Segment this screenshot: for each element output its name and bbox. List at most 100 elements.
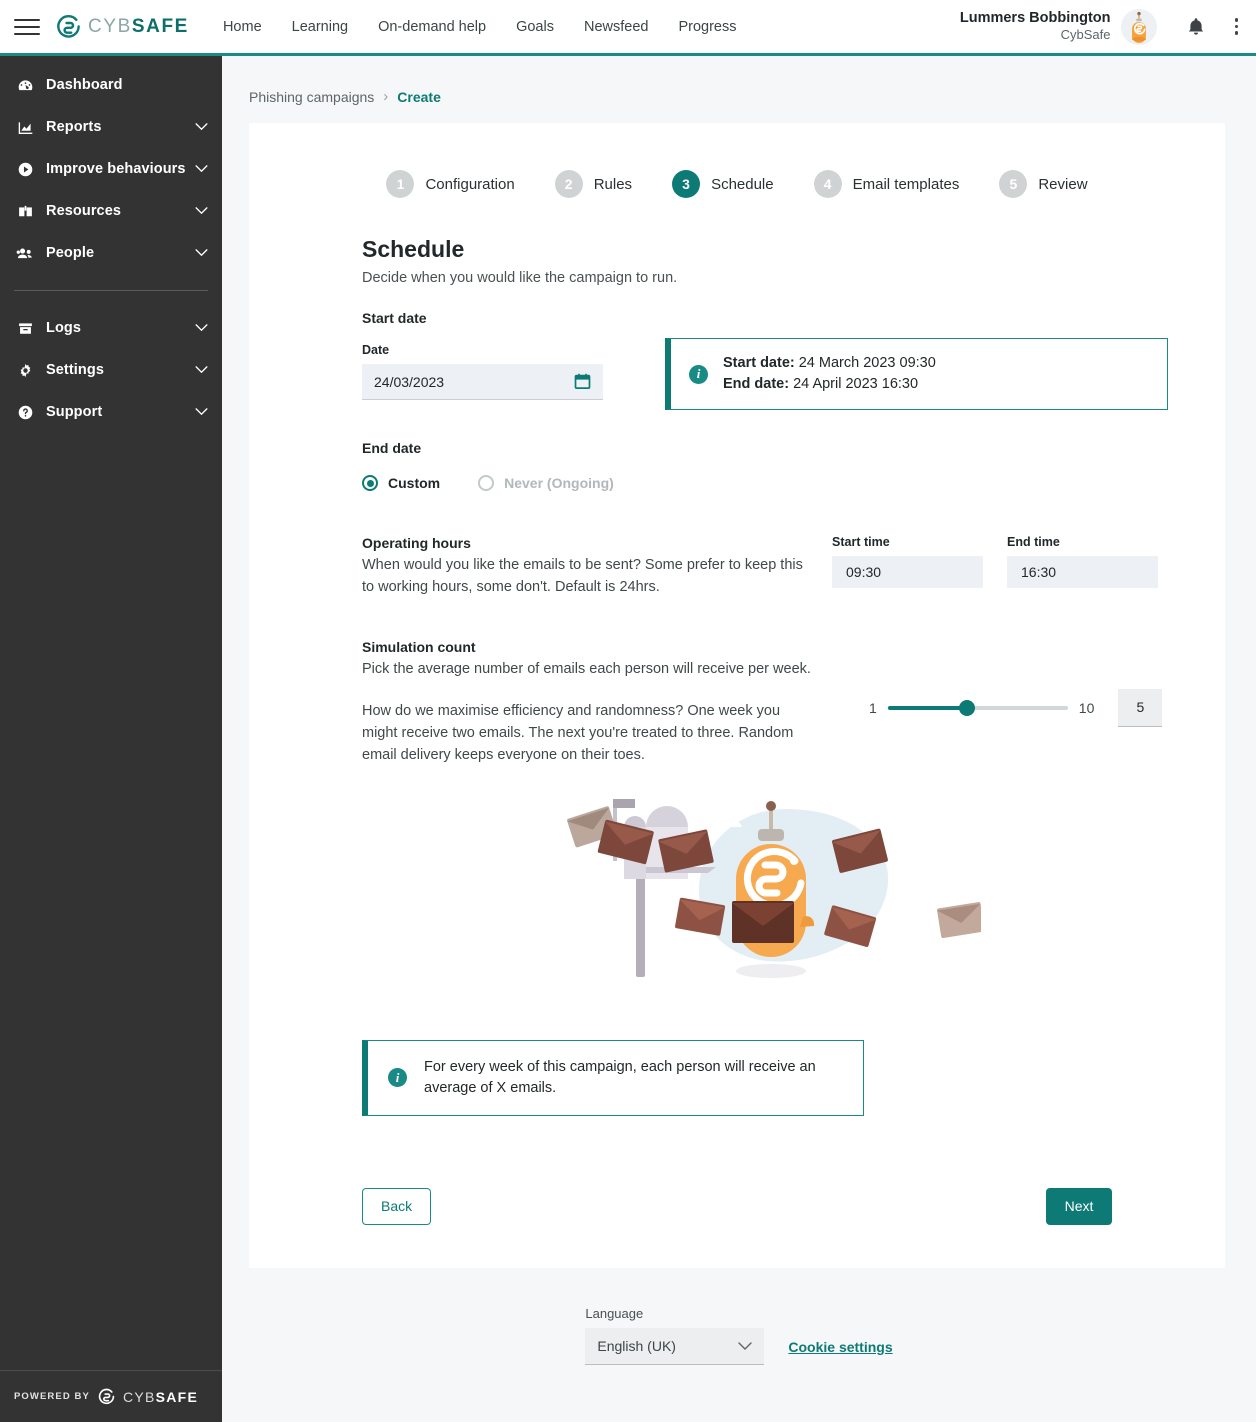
operating-hours-section: Operating hours When would you like the …: [362, 535, 1225, 599]
sidebar-item-label: Reports: [46, 119, 102, 135]
sidebar-item-label: Dashboard: [46, 77, 123, 93]
step-rules[interactable]: 2 Rules: [554, 170, 632, 198]
step-number: 3: [672, 170, 701, 198]
simulation-count-body-2: How do we maximise efficiency and random…: [362, 703, 794, 763]
help-circle-icon: [14, 404, 36, 421]
slider-handle[interactable]: [958, 699, 975, 716]
date-input-value: 24/03/2023: [374, 373, 445, 390]
user-organisation: CybSafe: [1060, 27, 1111, 43]
back-button[interactable]: Back: [362, 1187, 432, 1225]
cybsafe-logo[interactable]: CYBSAFE: [56, 14, 189, 39]
nav-item-progress[interactable]: Progress: [678, 19, 736, 35]
step-email-templates[interactable]: 4 Email templates: [813, 170, 959, 198]
nav-item-on-demand-help[interactable]: On-demand help: [378, 19, 486, 35]
radio-never-ongoing[interactable]: Never (Ongoing): [478, 475, 614, 492]
sidebar-items-primary: Dashboard Reports Improve behaviours Res…: [0, 56, 222, 433]
language-label: Language: [585, 1306, 644, 1321]
step-number: 5: [999, 170, 1028, 198]
sidebar-item-reports[interactable]: Reports: [0, 106, 222, 148]
simulation-count-slider[interactable]: [887, 699, 1068, 716]
end-time-field: End time 16:30: [1007, 535, 1158, 599]
chevron-down-icon: [738, 1341, 753, 1351]
gear-icon: [14, 362, 36, 379]
sidebar-item-improve-behaviours[interactable]: Improve behaviours: [0, 148, 222, 190]
breadcrumb-phishing-campaigns[interactable]: Phishing campaigns: [249, 89, 374, 105]
sidebar-item-label: Support: [46, 404, 103, 420]
start-time-field: Start time 09:30: [832, 535, 983, 599]
summary-end-value: 24 April 2023 16:30: [789, 376, 919, 393]
simulation-count-section: Simulation count Pick the average number…: [362, 639, 1225, 767]
sidebar-item-settings[interactable]: Settings: [0, 349, 222, 391]
start-time-input[interactable]: 09:30: [832, 556, 983, 589]
breadcrumb-separator-icon: ›: [383, 88, 389, 105]
step-number: 1: [386, 170, 415, 198]
powered-brand-bold: SAFE: [155, 1388, 199, 1405]
user-info[interactable]: Lummers Bobbington CybSafe: [960, 9, 1111, 43]
end-time-label: End time: [1007, 535, 1060, 550]
sidebar-item-logs[interactable]: Logs: [0, 307, 222, 349]
info-icon: i: [388, 1068, 407, 1088]
step-schedule[interactable]: 3 Schedule: [672, 170, 774, 198]
simulation-count-value[interactable]: 5: [1118, 688, 1163, 727]
date-field-label: Date: [362, 343, 390, 357]
language-selector-group: Language English (UK): [585, 1306, 765, 1365]
step-number: 4: [813, 170, 842, 198]
step-label: Configuration: [425, 175, 515, 193]
wizard-stepper: 1 Configuration 2 Rules 3 Schedule 4 Ema…: [249, 123, 1225, 198]
cybsafe-mark-icon: [57, 15, 80, 38]
archive-icon: [14, 320, 36, 337]
play-circle-icon: [14, 161, 36, 178]
cookie-settings-link[interactable]: Cookie settings: [788, 1339, 892, 1365]
sidebar-item-people[interactable]: People: [0, 232, 222, 274]
nav-item-goals[interactable]: Goals: [516, 19, 554, 35]
simulation-note-info-box: i For every week of this campaign, each …: [362, 1039, 864, 1116]
simulation-count-body: Pick the average number of emails each p…: [362, 660, 811, 677]
book-icon: [14, 203, 36, 220]
start-time-label: Start time: [832, 535, 890, 550]
sidebar-item-resources[interactable]: Resources: [0, 190, 222, 232]
nav-item-newsfeed[interactable]: Newsfeed: [584, 19, 648, 35]
slider-fill: [887, 705, 967, 710]
mailbox-robot-illustration: [249, 789, 1256, 994]
robot-avatar-icon: [1120, 8, 1157, 45]
powered-by-footer: POWERED BY CYBSAFE: [0, 1370, 222, 1422]
sidebar-divider: [14, 290, 208, 291]
powered-by-label: POWERED BY: [14, 1391, 90, 1402]
operating-hours-title: Operating hours: [362, 535, 471, 552]
chart-icon: [14, 119, 36, 136]
breadcrumb-create[interactable]: Create: [397, 89, 441, 105]
summary-end-date: End date: 24 April 2023 16:30: [723, 374, 936, 395]
chevron-down-icon: [195, 249, 208, 257]
sidebar-item-dashboard[interactable]: Dashboard: [0, 64, 222, 106]
start-date-heading: Start date: [362, 310, 427, 326]
date-input[interactable]: 24/03/2023: [362, 364, 603, 400]
sidebar-item-label: Improve behaviours: [46, 161, 186, 177]
end-time-input[interactable]: 16:30: [1007, 556, 1158, 589]
slider-min-label: 1: [869, 699, 877, 716]
radio-custom[interactable]: Custom: [362, 475, 440, 492]
hamburger-icon[interactable]: [14, 14, 40, 40]
summary-start-date: Start date: 24 March 2023 09:30: [723, 353, 936, 374]
radio-selected-icon: [362, 475, 378, 492]
avatar[interactable]: [1120, 8, 1157, 45]
more-vertical-icon[interactable]: [1234, 18, 1238, 35]
nav-item-home[interactable]: Home: [223, 19, 262, 35]
notifications-bell-icon[interactable]: [1187, 17, 1205, 37]
sidebar-item-support[interactable]: Support: [0, 391, 222, 433]
step-review[interactable]: 5 Review: [999, 170, 1088, 198]
start-date-row: Date 24/03/2023 i Start date: 24 March 2…: [362, 326, 1225, 411]
sidebar-item-label: Logs: [46, 320, 82, 336]
end-date-heading: End date: [362, 440, 422, 457]
next-button[interactable]: Next: [1046, 1187, 1112, 1225]
language-select[interactable]: English (UK): [585, 1328, 765, 1365]
nav-item-learning[interactable]: Learning: [292, 19, 348, 35]
calendar-icon[interactable]: [574, 373, 591, 390]
summary-start-label: Start date:: [723, 355, 795, 371]
sidebar: Dashboard Reports Improve behaviours Res…: [0, 56, 222, 1422]
summary-start-value: 24 March 2023 09:30: [794, 355, 936, 371]
end-date-options: Custom Never (Ongoing): [362, 475, 1225, 492]
page-subtitle: Decide when you would like the campaign …: [362, 270, 678, 286]
page-title: Schedule: [362, 236, 465, 262]
step-number: 2: [554, 170, 583, 198]
step-configuration[interactable]: 1 Configuration: [386, 170, 515, 198]
